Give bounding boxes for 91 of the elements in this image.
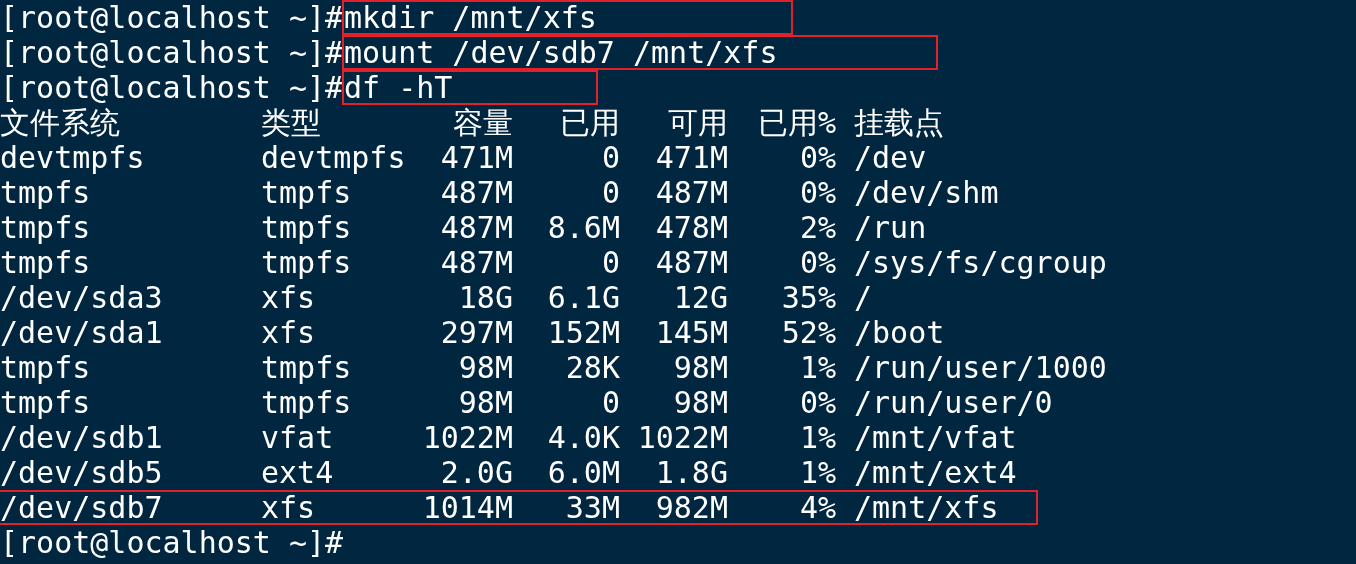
table-cell-text: 1% bbox=[798, 350, 836, 385]
table-cell-text: 1022M bbox=[421, 420, 513, 455]
table-cell-text: xfs bbox=[261, 490, 317, 525]
table-cell-text: 12G bbox=[672, 280, 728, 315]
table-cell-text: 98M bbox=[457, 350, 513, 385]
column-header: 类型 bbox=[261, 105, 322, 140]
table-cell-text: 98M bbox=[457, 385, 513, 420]
command-text: mkdir /mnt/xfs bbox=[344, 0, 597, 35]
table-cell-text: 2.0G bbox=[439, 455, 513, 490]
table-cell-text: 0% bbox=[798, 140, 836, 175]
table-cell-text: /dev/sdb7 bbox=[0, 490, 164, 525]
table-cell-text: 1% bbox=[798, 455, 836, 490]
table-cell-text: tmpfs bbox=[261, 210, 353, 245]
column-header: 容量 bbox=[452, 105, 513, 140]
shell-prompt: [root@localhost ~]# bbox=[0, 70, 342, 105]
shell-prompt: [root@localhost ~]# bbox=[0, 35, 342, 70]
table-cell-text: 4.0K bbox=[546, 420, 620, 455]
table-cell-text: /sys/fs/cgroup bbox=[853, 245, 1107, 280]
table-cell-text: tmpfs bbox=[0, 245, 92, 280]
table-cell-text: 145M bbox=[654, 315, 728, 350]
column-header: 已用 bbox=[559, 105, 620, 140]
table-cell-text: ext4 bbox=[261, 455, 335, 490]
table-cell-text: 1014M bbox=[421, 490, 513, 525]
table-cell: devtmpfs bbox=[261, 140, 405, 175]
table-cell-text: 0% bbox=[798, 175, 836, 210]
table-cell-text: tmpfs bbox=[261, 385, 353, 420]
table-cell-text: 98M bbox=[672, 385, 728, 420]
table-cell-text: 487M bbox=[439, 245, 513, 280]
table-cell-text: 35% bbox=[780, 280, 836, 315]
table-cell-text: 471M bbox=[654, 140, 728, 175]
table-cell-text: 487M bbox=[654, 175, 728, 210]
table-cell-text: /mnt/ext4 bbox=[853, 455, 1017, 490]
table-cell-text: 0 bbox=[600, 140, 620, 175]
table-cell-text: vfat bbox=[261, 420, 335, 455]
table-cell-text: 18G bbox=[457, 280, 513, 315]
table-cell-text: tmpfs bbox=[0, 175, 92, 210]
table-cell-text: /mnt/xfs bbox=[853, 490, 999, 525]
column-header: 挂载点 bbox=[853, 105, 944, 140]
table-cell-text: xfs bbox=[261, 280, 317, 315]
table-cell-text: tmpfs bbox=[261, 350, 353, 385]
table-cell-text: /run/user/0 bbox=[853, 385, 1053, 420]
table-cell-text: 28K bbox=[564, 350, 620, 385]
table-cell-text: 487M bbox=[439, 175, 513, 210]
table-cell-text: 1.8G bbox=[654, 455, 728, 490]
table-cell-text: /dev/sdb1 bbox=[0, 420, 164, 455]
table-cell-text: tmpfs bbox=[0, 350, 92, 385]
table-cell-text: 297M bbox=[439, 315, 513, 350]
table-cell-text: 0% bbox=[798, 385, 836, 420]
table-cell-text: /dev/sda1 bbox=[0, 315, 164, 350]
shell-prompt: [root@localhost ~]# bbox=[0, 525, 344, 560]
table-cell-text: tmpfs bbox=[0, 210, 92, 245]
column-header: 文件系统 bbox=[0, 105, 121, 140]
table-cell-text: 0% bbox=[798, 245, 836, 280]
table-cell-text: /run/user/1000 bbox=[853, 350, 1107, 385]
table-cell-text: 487M bbox=[439, 210, 513, 245]
table-cell-text: 478M bbox=[654, 210, 728, 245]
table-cell-text: /dev/sda3 bbox=[0, 280, 164, 315]
table-cell-text: tmpfs bbox=[261, 175, 353, 210]
column-header: 已用% bbox=[756, 105, 836, 140]
table-cell-text: 152M bbox=[546, 315, 620, 350]
table-cell-text: 52% bbox=[780, 315, 836, 350]
table-cell-text: /dev/sdb5 bbox=[0, 455, 164, 490]
table-cell-text: 6.1G bbox=[546, 280, 620, 315]
table-cell-text: 487M bbox=[654, 245, 728, 280]
table-cell-text: 8.6M bbox=[546, 210, 620, 245]
table-cell-text: /boot bbox=[853, 315, 945, 350]
command-text: mount /dev/sdb7 /mnt/xfs bbox=[344, 35, 778, 70]
table-cell-text: /dev bbox=[853, 140, 927, 175]
command-text: df -hT bbox=[344, 70, 453, 105]
table-cell-text: xfs bbox=[261, 315, 317, 350]
table-cell-text: 6.0M bbox=[546, 455, 620, 490]
table-cell-text: / bbox=[853, 280, 873, 315]
table-cell-text: /dev/shm bbox=[853, 175, 999, 210]
table-cell-text: devtmpfs bbox=[0, 140, 146, 175]
table-cell-text: 1% bbox=[798, 420, 836, 455]
column-header: 可用 bbox=[667, 105, 728, 140]
table-cell-text: 471M bbox=[439, 140, 513, 175]
table-cell-text: 0 bbox=[600, 245, 620, 280]
table-cell-text: 2% bbox=[798, 210, 836, 245]
table-cell-text: 982M bbox=[654, 490, 728, 525]
table-cell-text: 0 bbox=[600, 175, 620, 210]
table-cell-text: /mnt/vfat bbox=[853, 420, 1017, 455]
table-cell-text: 33M bbox=[564, 490, 620, 525]
table-cell-text: 0 bbox=[600, 385, 620, 420]
table-cell-text: 98M bbox=[672, 350, 728, 385]
table-cell-text: 1022M bbox=[636, 420, 728, 455]
table-cell-text: /run bbox=[853, 210, 927, 245]
shell-prompt: [root@localhost ~]# bbox=[0, 0, 342, 35]
table-cell-text: tmpfs bbox=[0, 385, 92, 420]
table-cell-text: tmpfs bbox=[261, 245, 353, 280]
table-cell-text: 4% bbox=[798, 490, 836, 525]
